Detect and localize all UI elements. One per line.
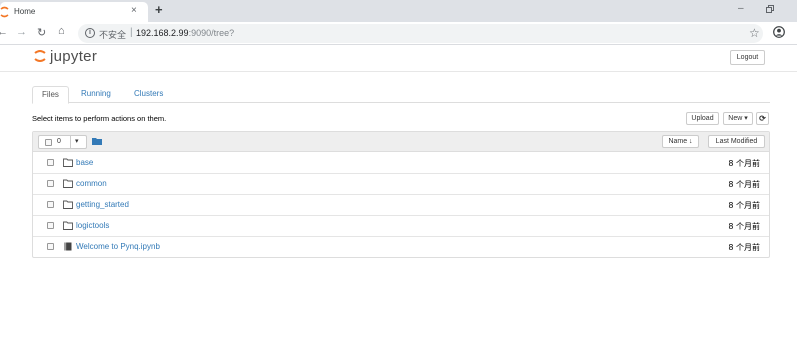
- back-arrow-icon[interactable]: ←: [0, 26, 8, 38]
- browser-toolbar: ← → ↻ ⌂ i 不安全 | 192.168.2.99:9090/tree? …: [0, 22, 797, 45]
- refresh-button[interactable]: ⟳: [756, 112, 769, 125]
- item-modified: 8 个月前: [728, 243, 760, 252]
- security-label: 不安全: [99, 30, 127, 40]
- list-item[interactable]: Welcome to Pynq.ipynb 8 个月前: [33, 237, 769, 258]
- upload-button[interactable]: Upload: [686, 112, 719, 125]
- item-name-link[interactable]: logictools: [76, 221, 109, 230]
- item-name-link[interactable]: base: [76, 158, 93, 167]
- divider: [70, 136, 71, 148]
- file-list-header: 0 ▾ Name ↓ Last Modified: [33, 132, 769, 152]
- tab-title: Home: [14, 7, 36, 16]
- logout-button[interactable]: Logout: [730, 50, 765, 65]
- folder-breadcrumb-icon[interactable]: [92, 137, 102, 145]
- item-checkbox[interactable]: [47, 159, 54, 166]
- list-item[interactable]: getting_started 8 个月前: [33, 195, 769, 216]
- item-checkbox[interactable]: [47, 201, 54, 208]
- list-item[interactable]: base 8 个月前: [33, 153, 769, 174]
- file-list: 0 ▾ Name ↓ Last Modified base 8 个月前 comm…: [32, 131, 770, 258]
- bookmark-star-icon[interactable]: ☆: [749, 26, 760, 40]
- item-name-link[interactable]: common: [76, 179, 107, 188]
- item-name-link[interactable]: getting_started: [76, 200, 129, 209]
- jupyter-logo-icon[interactable]: [34, 48, 46, 64]
- info-icon[interactable]: i: [85, 28, 95, 38]
- item-name-link[interactable]: Welcome to Pynq.ipynb: [76, 242, 160, 251]
- address-bar[interactable]: i 不安全 | 192.168.2.99:9090/tree? ☆: [78, 24, 763, 43]
- selected-count: 0: [57, 138, 61, 145]
- reload-icon[interactable]: ↻: [37, 26, 46, 39]
- folder-icon: [63, 158, 73, 167]
- list-item[interactable]: common 8 个月前: [33, 174, 769, 195]
- url-path: :9090/tree?: [188, 28, 235, 38]
- tab-running[interactable]: Running: [72, 86, 120, 103]
- browser-tab[interactable]: Home ×: [0, 2, 148, 22]
- home-icon[interactable]: ⌂: [58, 25, 65, 37]
- jupyter-favicon-icon: [0, 6, 9, 18]
- new-tab-button[interactable]: +: [155, 2, 163, 17]
- chevron-down-icon[interactable]: ▾: [75, 137, 79, 145]
- profile-avatar-icon[interactable]: [773, 26, 785, 38]
- item-checkbox[interactable]: [47, 243, 54, 250]
- url-host: 192.168.2.99: [136, 28, 189, 38]
- select-all-checkbox[interactable]: [45, 139, 52, 146]
- select-all-dropdown[interactable]: 0 ▾: [38, 135, 87, 149]
- folder-icon: [63, 200, 73, 209]
- tab-clusters[interactable]: Clusters: [125, 86, 172, 103]
- jupyter-header: jupyter Logout: [0, 45, 797, 72]
- folder-icon: [63, 179, 73, 188]
- item-modified: 8 个月前: [728, 201, 760, 210]
- notebook-icon: [64, 242, 72, 251]
- item-checkbox[interactable]: [47, 180, 54, 187]
- refresh-icon: ⟳: [759, 114, 766, 123]
- window-minimize-button[interactable]: –: [738, 3, 744, 14]
- tab-files[interactable]: Files: [32, 86, 69, 104]
- browser-tab-bar: Home × + –: [0, 0, 797, 22]
- window-restore-icon[interactable]: [766, 5, 774, 13]
- dashboard-tabs: Files Running Clusters: [32, 86, 770, 104]
- url-separator: |: [130, 27, 133, 38]
- list-item[interactable]: logictools 8 个月前: [33, 216, 769, 237]
- sort-by-modified-button[interactable]: Last Modified: [708, 135, 765, 148]
- item-modified: 8 个月前: [728, 222, 760, 231]
- item-checkbox[interactable]: [47, 222, 54, 229]
- new-dropdown-button[interactable]: New ▾: [723, 112, 753, 125]
- jupyter-logo-text[interactable]: jupyter: [50, 48, 97, 65]
- selection-hint: Select items to perform actions on them.: [32, 114, 167, 123]
- sort-by-name-button[interactable]: Name ↓: [662, 135, 699, 148]
- tab-close-icon[interactable]: ×: [131, 5, 137, 16]
- forward-arrow-icon[interactable]: →: [16, 26, 27, 38]
- folder-icon: [63, 221, 73, 230]
- url-text[interactable]: 192.168.2.99:9090/tree?: [136, 28, 234, 38]
- item-modified: 8 个月前: [728, 180, 760, 189]
- item-modified: 8 个月前: [728, 159, 760, 168]
